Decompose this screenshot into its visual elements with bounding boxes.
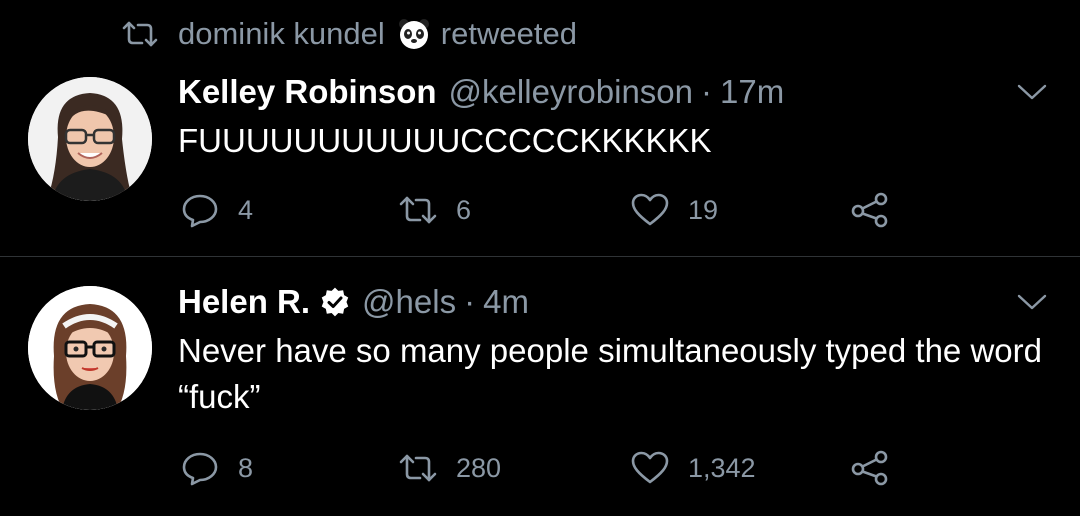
like-button[interactable]: 1,342 bbox=[630, 448, 756, 488]
author-name[interactable]: Kelley Robinson bbox=[178, 73, 437, 111]
tweet-header: Helen R. @hels · 4m bbox=[178, 282, 529, 322]
like-count: 19 bbox=[688, 194, 719, 225]
action-bar: 8 280 1,342 bbox=[180, 448, 900, 488]
separator: · bbox=[464, 283, 476, 320]
avatar[interactable] bbox=[28, 286, 152, 410]
reply-count: 4 bbox=[238, 194, 254, 225]
tweet-text: FUUUUUUUUUUUCCCCCKKKKKK bbox=[178, 122, 712, 159]
retweet-icon bbox=[399, 454, 437, 482]
tweet[interactable]: dominik kundel retweeted Kelley Robinson… bbox=[0, 0, 1080, 257]
reply-icon bbox=[182, 452, 218, 486]
like-count: 1,342 bbox=[688, 452, 756, 483]
share-button[interactable] bbox=[850, 190, 908, 230]
separator: · bbox=[701, 73, 713, 110]
share-icon bbox=[851, 192, 888, 228]
author-handle[interactable]: @kelleyrobinson bbox=[449, 73, 693, 111]
retweet-count: 280 bbox=[456, 452, 502, 483]
retweet-icon bbox=[122, 21, 158, 47]
avatar[interactable] bbox=[28, 77, 152, 201]
reply-button[interactable]: 4 bbox=[180, 190, 253, 230]
share-button[interactable] bbox=[850, 448, 908, 488]
retweet-count: 6 bbox=[456, 194, 472, 225]
heart-icon bbox=[631, 451, 669, 484]
author-handle[interactable]: @hels bbox=[362, 283, 456, 321]
verified-badge-icon bbox=[321, 287, 349, 317]
action-bar: 4 6 19 bbox=[180, 190, 900, 230]
chevron-down-icon[interactable] bbox=[1016, 82, 1048, 102]
tweet-header: Kelley Robinson @kelleyrobinson · 17m bbox=[178, 72, 784, 112]
retweet-context: dominik kundel retweeted bbox=[120, 14, 577, 54]
reply-button[interactable]: 8 bbox=[180, 448, 253, 488]
retweeter-name[interactable]: dominik kundel bbox=[178, 16, 385, 52]
chevron-down-icon[interactable] bbox=[1016, 292, 1048, 312]
timestamp[interactable]: 17m bbox=[720, 73, 784, 111]
tweet-text: Never have so many people simultaneously… bbox=[178, 332, 1042, 415]
retweet-icon bbox=[399, 196, 437, 224]
timestamp[interactable]: 4m bbox=[483, 283, 529, 321]
retweet-button[interactable]: 6 bbox=[398, 190, 471, 230]
panda-emoji-icon bbox=[398, 19, 429, 49]
reply-icon bbox=[182, 194, 218, 228]
retweeted-label: retweeted bbox=[440, 16, 577, 51]
like-button[interactable]: 19 bbox=[630, 190, 718, 230]
share-icon bbox=[851, 450, 888, 486]
author-name[interactable]: Helen R. bbox=[178, 283, 310, 321]
retweet-button[interactable]: 280 bbox=[398, 448, 501, 488]
heart-icon bbox=[631, 193, 669, 226]
reply-count: 8 bbox=[238, 452, 254, 483]
tweet[interactable]: Helen R. @hels · 4m Never have so many p… bbox=[0, 258, 1080, 516]
